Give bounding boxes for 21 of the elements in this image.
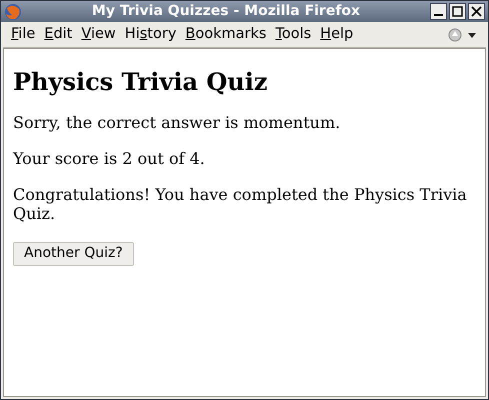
another-quiz-button[interactable]: Another Quiz?: [13, 242, 134, 266]
close-button[interactable]: [468, 3, 485, 20]
window-title: My Trivia Quizzes - Mozilla Firefox: [90, 2, 362, 21]
message-text: Congratulations! You have completed the Physics Trivia Quiz.: [13, 185, 468, 223]
menu-item[interactable]: File: [7, 24, 40, 46]
minimize-button[interactable]: [430, 3, 447, 20]
minimize-icon: [434, 14, 443, 16]
page-heading: Physics Trivia Quiz: [13, 67, 268, 97]
maximize-icon: [452, 6, 463, 17]
message-text: Your score is 2 out of 4.: [13, 149, 206, 168]
message-text: Sorry, the correct answer is momentum.: [13, 113, 342, 132]
activity-indicator-icon: [448, 28, 478, 42]
menu-item[interactable]: Help: [316, 24, 358, 46]
maximize-button[interactable]: [449, 3, 466, 20]
menu-item[interactable]: Tools: [271, 24, 316, 46]
browser-logo-icon: [4, 2, 22, 20]
close-icon: [471, 6, 482, 17]
menu-item[interactable]: History: [120, 24, 180, 46]
menu-item[interactable]: Edit: [40, 24, 76, 46]
menu-item[interactable]: Bookmarks: [181, 24, 270, 46]
menu-item[interactable]: View: [77, 24, 120, 46]
